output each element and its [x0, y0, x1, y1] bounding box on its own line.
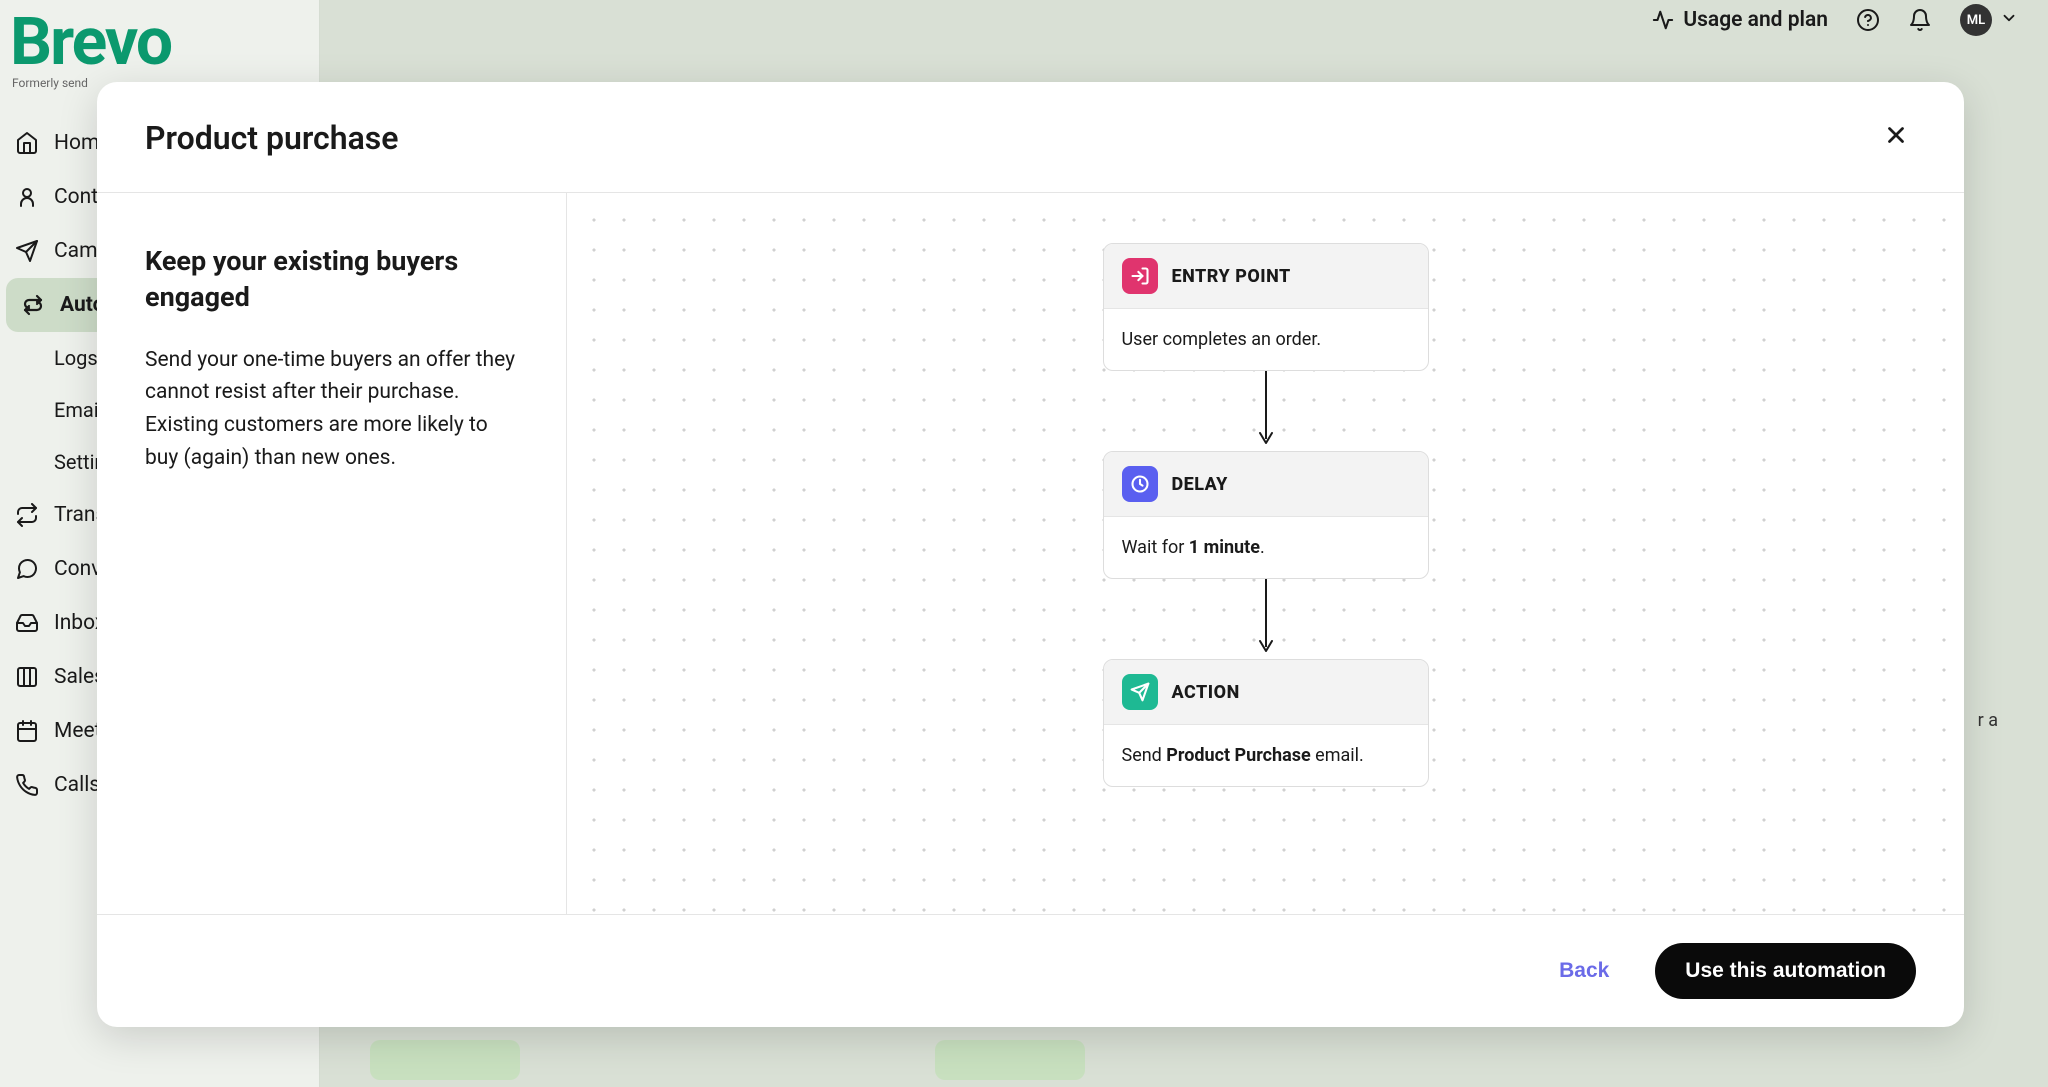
layout-icon: [14, 664, 40, 690]
flow-action-card: ACTION Send Product Purchase email.: [1103, 659, 1429, 787]
use-automation-button[interactable]: Use this automation: [1655, 943, 1916, 999]
modal-left-panel: Keep your existing buyers engaged Send y…: [97, 193, 567, 914]
automation-template-modal: Product purchase Keep your existing buye…: [97, 82, 1964, 1027]
activity-icon: [1651, 8, 1675, 32]
topbar: Usage and plan ML: [1651, 0, 2048, 40]
calendar-icon: [14, 718, 40, 744]
flow-arrow: [1256, 579, 1276, 659]
entry-icon: [1122, 258, 1158, 294]
close-icon: [1883, 122, 1909, 155]
inbox-icon: [14, 610, 40, 636]
usage-plan-link[interactable]: Usage and plan: [1651, 8, 1828, 32]
left-heading: Keep your existing buyers engaged: [145, 243, 518, 316]
action-text: Send Product Purchase email.: [1104, 725, 1428, 786]
chevron-down-icon: [2000, 9, 2018, 31]
flow-canvas: ENTRY POINT User completes an order. DEL…: [567, 193, 1964, 914]
modal-title: Product purchase: [145, 119, 398, 157]
action-label: ACTION: [1172, 682, 1240, 703]
close-button[interactable]: [1876, 118, 1916, 158]
user-icon: [14, 184, 40, 210]
logo-text: Brevo: [10, 10, 309, 76]
modal-header: Product purchase: [97, 82, 1964, 193]
send-icon: [14, 238, 40, 264]
home-icon: [14, 130, 40, 156]
user-menu[interactable]: ML: [1960, 4, 2018, 36]
help-icon[interactable]: [1856, 8, 1880, 32]
bell-icon[interactable]: [1908, 8, 1932, 32]
clock-icon: [1122, 466, 1158, 502]
sidebar-item-label: Logs: [54, 346, 98, 370]
left-description: Send your one-time buyers an offer they …: [145, 344, 518, 474]
send-icon: [1122, 674, 1158, 710]
delay-label: DELAY: [1172, 474, 1228, 495]
flow-arrow: [1256, 371, 1276, 451]
refresh-icon: [14, 502, 40, 528]
bg-text: r a: [1978, 710, 1998, 731]
automation-icon: [20, 292, 46, 318]
entry-text: User completes an order.: [1104, 309, 1428, 370]
delay-text: Wait for 1 minute.: [1104, 517, 1428, 578]
usage-plan-label: Usage and plan: [1683, 8, 1828, 32]
modal-footer: Back Use this automation: [97, 914, 1964, 1027]
phone-icon: [14, 772, 40, 798]
back-button[interactable]: Back: [1541, 945, 1627, 997]
chat-icon: [14, 556, 40, 582]
flow-delay-card: DELAY Wait for 1 minute.: [1103, 451, 1429, 579]
flow-entry-card: ENTRY POINT User completes an order.: [1103, 243, 1429, 371]
avatar: ML: [1960, 4, 1992, 36]
sidebar-item-label: Calls: [54, 773, 100, 797]
entry-label: ENTRY POINT: [1172, 266, 1291, 287]
